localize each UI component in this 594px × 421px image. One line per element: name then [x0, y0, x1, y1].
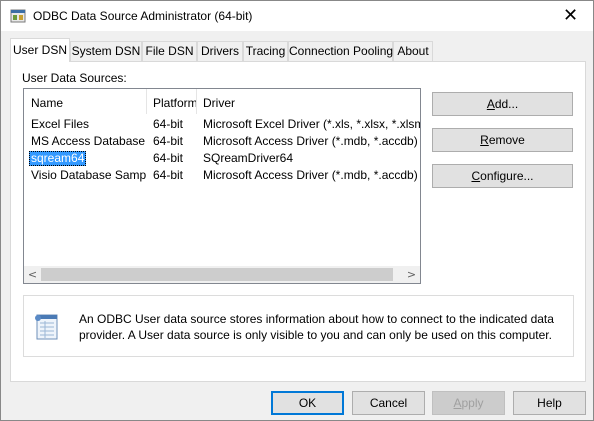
remove-button[interactable]: Remove: [432, 128, 573, 152]
remove-button-mnemonic: R: [480, 133, 489, 147]
remove-button-label: emove: [488, 133, 525, 147]
column-header-driver[interactable]: Driver: [196, 89, 420, 114]
tab-about[interactable]: About: [393, 41, 433, 61]
configure-button[interactable]: Configure...: [432, 164, 573, 188]
column-header-platform[interactable]: Platform: [146, 89, 198, 114]
odbc-admin-icon: [10, 9, 26, 23]
cancel-button[interactable]: Cancel: [352, 391, 425, 415]
add-button[interactable]: Add...: [432, 92, 573, 116]
info-description: An ODBC User data source stores informat…: [79, 312, 554, 342]
info-panel: An ODBC User data source stores informat…: [23, 295, 574, 357]
dsn-name: sqream64: [29, 151, 87, 166]
tab-tracing[interactable]: Tracing: [243, 41, 288, 61]
dsn-driver: SQreamDriver64: [203, 151, 294, 165]
add-button-mnemonic: A: [486, 97, 495, 111]
odbc-admin-window: ODBC Data Source Administrator (64-bit) …: [0, 0, 594, 421]
tab-system-dsn[interactable]: System DSN: [70, 41, 142, 61]
dsn-driver: Microsoft Excel Driver (*.xls, *.xlsx, *…: [203, 117, 420, 131]
ok-button[interactable]: OK: [271, 391, 344, 415]
scrollbar-thumb[interactable]: [41, 268, 393, 281]
dsn-name-cell: sqream64: [24, 150, 146, 167]
list-item[interactable]: Excel Files 64-bit Microsoft Excel Drive…: [24, 116, 420, 133]
configure-button-label: onfigure...: [480, 169, 534, 183]
tab-file-dsn[interactable]: File DSN: [142, 41, 197, 61]
list-header: Name Platform Driver: [24, 89, 420, 114]
dsn-platform: 64-bit: [153, 117, 184, 131]
user-data-sources-label: User Data Sources:: [22, 71, 127, 85]
apply-button-mnemonic: A: [453, 396, 462, 410]
help-button[interactable]: Help: [513, 391, 586, 415]
apply-button[interactable]: Apply: [432, 391, 505, 415]
column-header-name[interactable]: Name: [24, 89, 146, 114]
dsn-platform: 64-bit: [153, 168, 184, 182]
list-item[interactable]: Visio Database Samples 64-bit Microsoft …: [24, 167, 420, 184]
dsn-driver: Microsoft Access Driver (*.mdb, *.accdb): [203, 168, 418, 182]
dsn-platform: 64-bit: [153, 151, 184, 165]
dsn-name: Excel Files: [31, 117, 90, 131]
tab-connection-pooling[interactable]: Connection Pooling: [288, 41, 393, 61]
dsn-driver: Microsoft Access Driver (*.mdb, *.accdb): [203, 134, 418, 148]
add-button-label: dd...: [494, 97, 519, 111]
dsn-name: MS Access Database: [31, 134, 146, 148]
list-item[interactable]: MS Access Database 64-bit Microsoft Acce…: [24, 133, 420, 150]
title-bar[interactable]: ODBC Data Source Administrator (64-bit) …: [1, 1, 593, 31]
dsn-name: Visio Database Samples: [31, 168, 146, 182]
tab-user-dsn[interactable]: User DSN: [10, 38, 70, 62]
scroll-right-icon[interactable]: >: [403, 266, 420, 283]
user-data-source-icon: [35, 314, 58, 340]
window-title: ODBC Data Source Administrator (64-bit): [33, 9, 253, 23]
tab-drivers[interactable]: Drivers: [197, 41, 243, 61]
user-data-sources-list[interactable]: Name Platform Driver Excel Files 64-bit …: [23, 88, 421, 284]
list-item-selected[interactable]: sqream64 64-bit SQreamDriver64: [24, 150, 420, 167]
dsn-platform: 64-bit: [153, 134, 184, 148]
scroll-left-icon[interactable]: <: [24, 266, 41, 283]
apply-button-label: pply: [461, 396, 484, 410]
close-icon[interactable]: ✕: [548, 1, 593, 31]
horizontal-scrollbar[interactable]: < >: [24, 266, 420, 283]
configure-button-mnemonic: C: [471, 169, 481, 183]
